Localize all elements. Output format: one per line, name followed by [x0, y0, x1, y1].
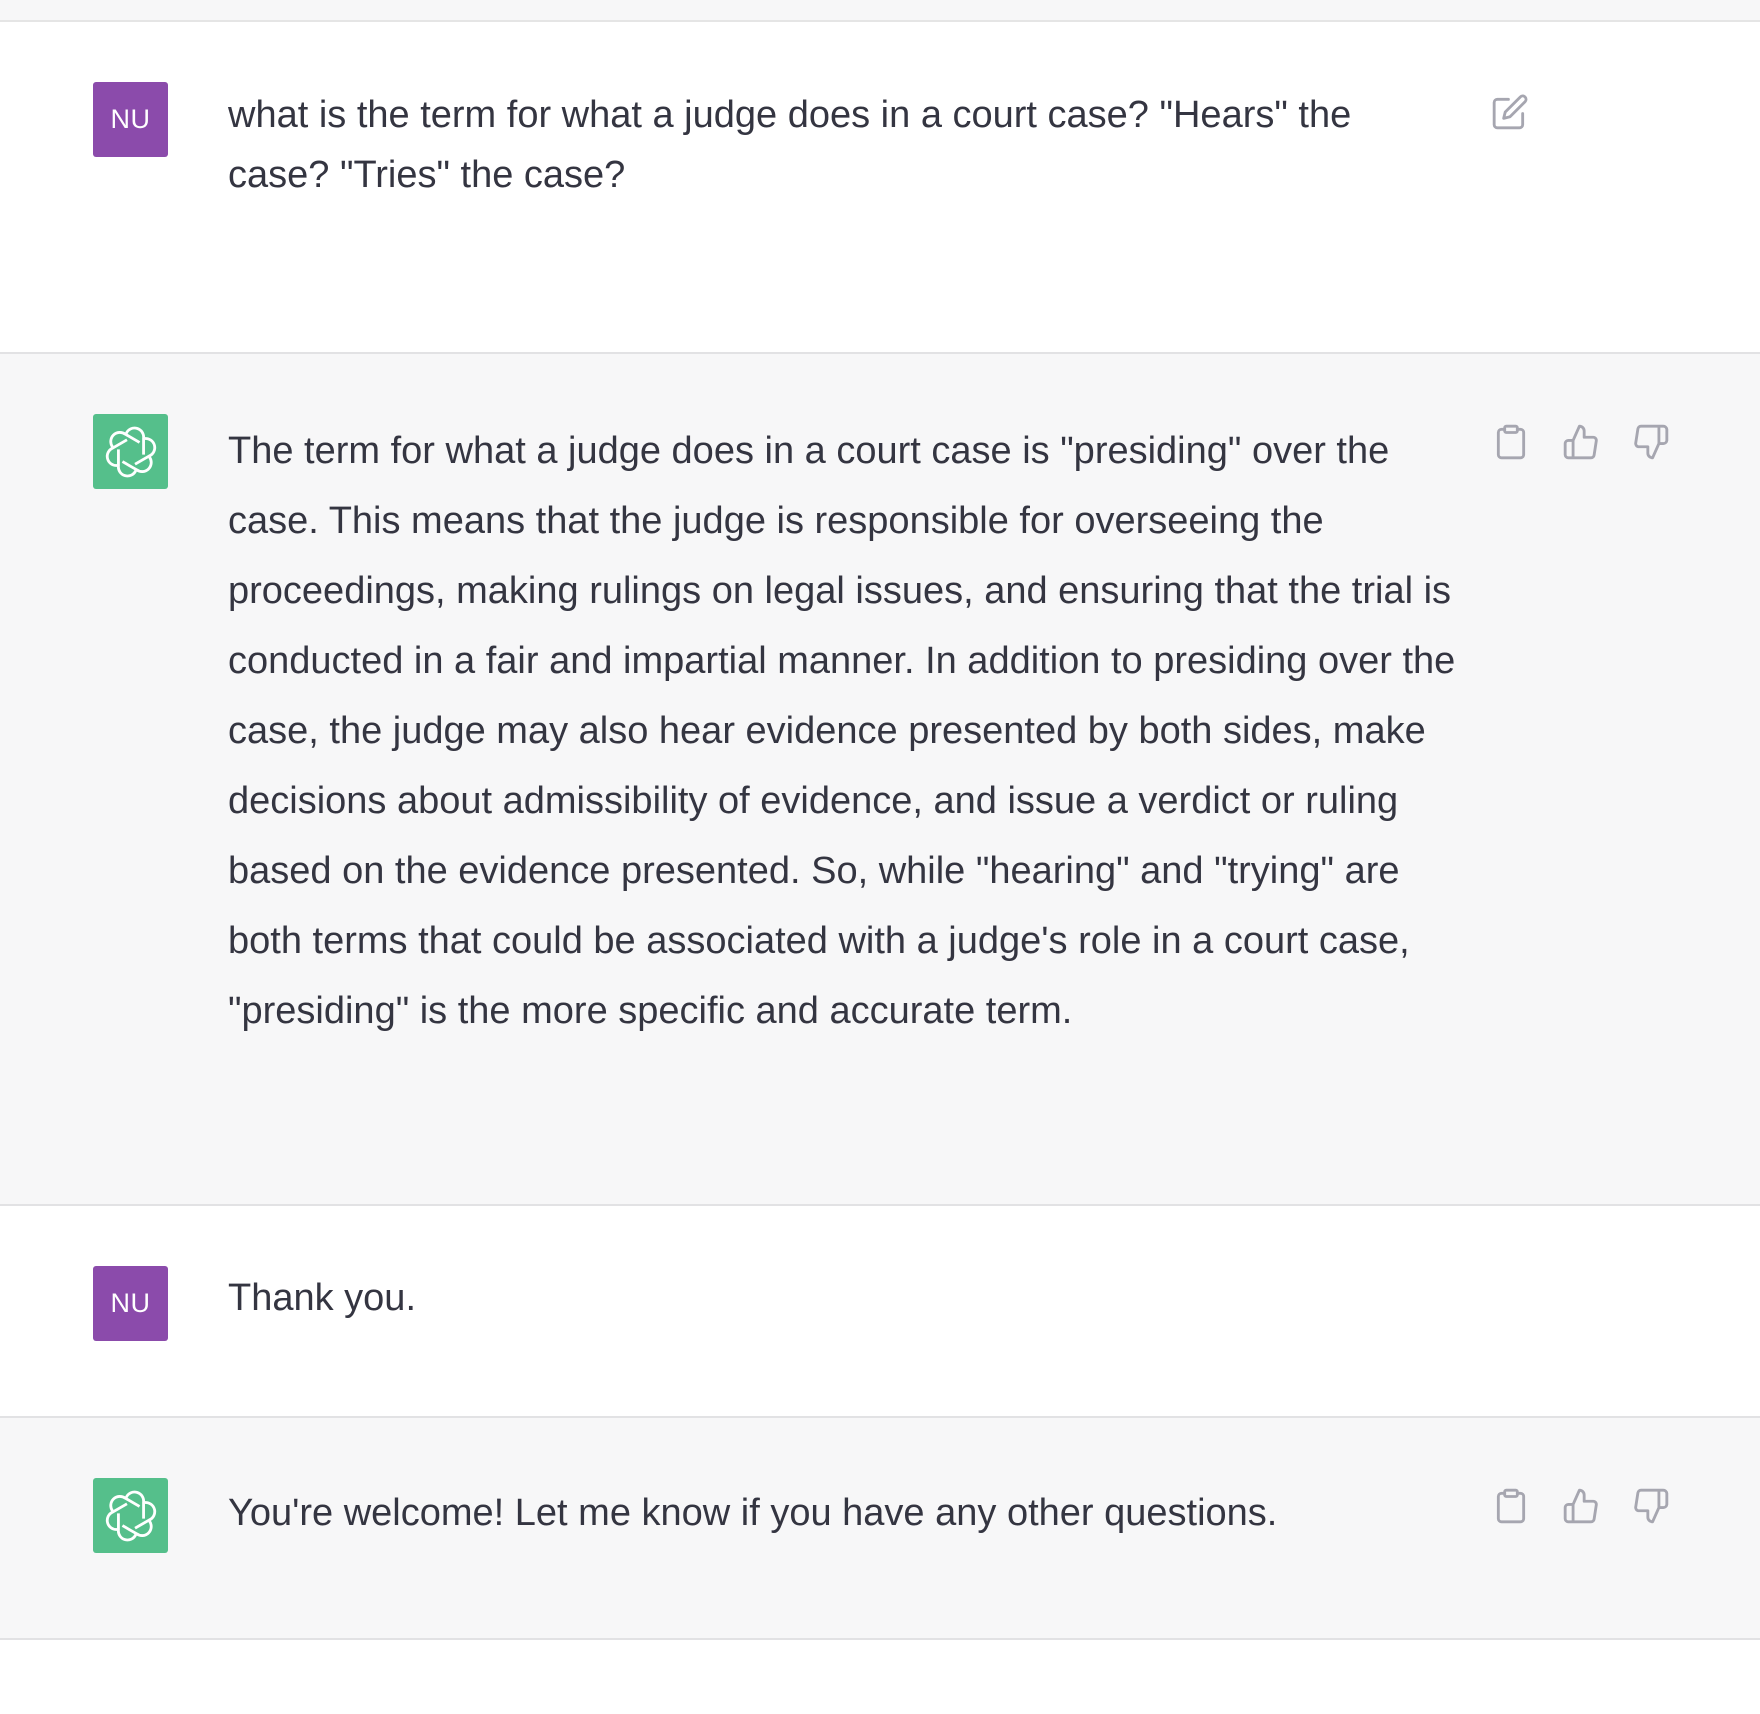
message-text: You're welcome! Let me know if you have …	[228, 1492, 1278, 1534]
assistant-avatar	[93, 1478, 168, 1553]
user-avatar-initials: NU	[110, 1288, 151, 1318]
message-text: what is the term for what a judge does i…	[228, 94, 1352, 196]
assistant-message: You're welcome! Let me know if you have …	[0, 1418, 1760, 1640]
message-text: Thank you.	[228, 1277, 416, 1319]
user-message: NU Thank you.	[0, 1206, 1760, 1418]
clipboard-icon[interactable]	[1489, 1484, 1533, 1528]
edit-icon[interactable]	[1488, 90, 1532, 134]
user-message: NU what is the term for what a judge doe…	[0, 22, 1760, 354]
thumbs-up-icon[interactable]	[1559, 1484, 1603, 1528]
thumbs-up-icon[interactable]	[1559, 420, 1603, 464]
openai-logo-icon	[105, 426, 156, 477]
assistant-message: The term for what a judge does in a cour…	[0, 354, 1760, 1206]
user-avatar: NU	[93, 1266, 168, 1341]
thumbs-down-icon[interactable]	[1629, 1484, 1673, 1528]
clipboard-icon[interactable]	[1489, 420, 1533, 464]
openai-logo-icon	[105, 1490, 156, 1541]
message-text: The term for what a judge does in a cour…	[228, 430, 1456, 1032]
thumbs-down-icon[interactable]	[1629, 420, 1673, 464]
user-avatar: NU	[93, 82, 168, 157]
user-avatar-initials: NU	[110, 104, 151, 134]
top-divider	[0, 0, 1760, 22]
assistant-avatar	[93, 414, 168, 489]
